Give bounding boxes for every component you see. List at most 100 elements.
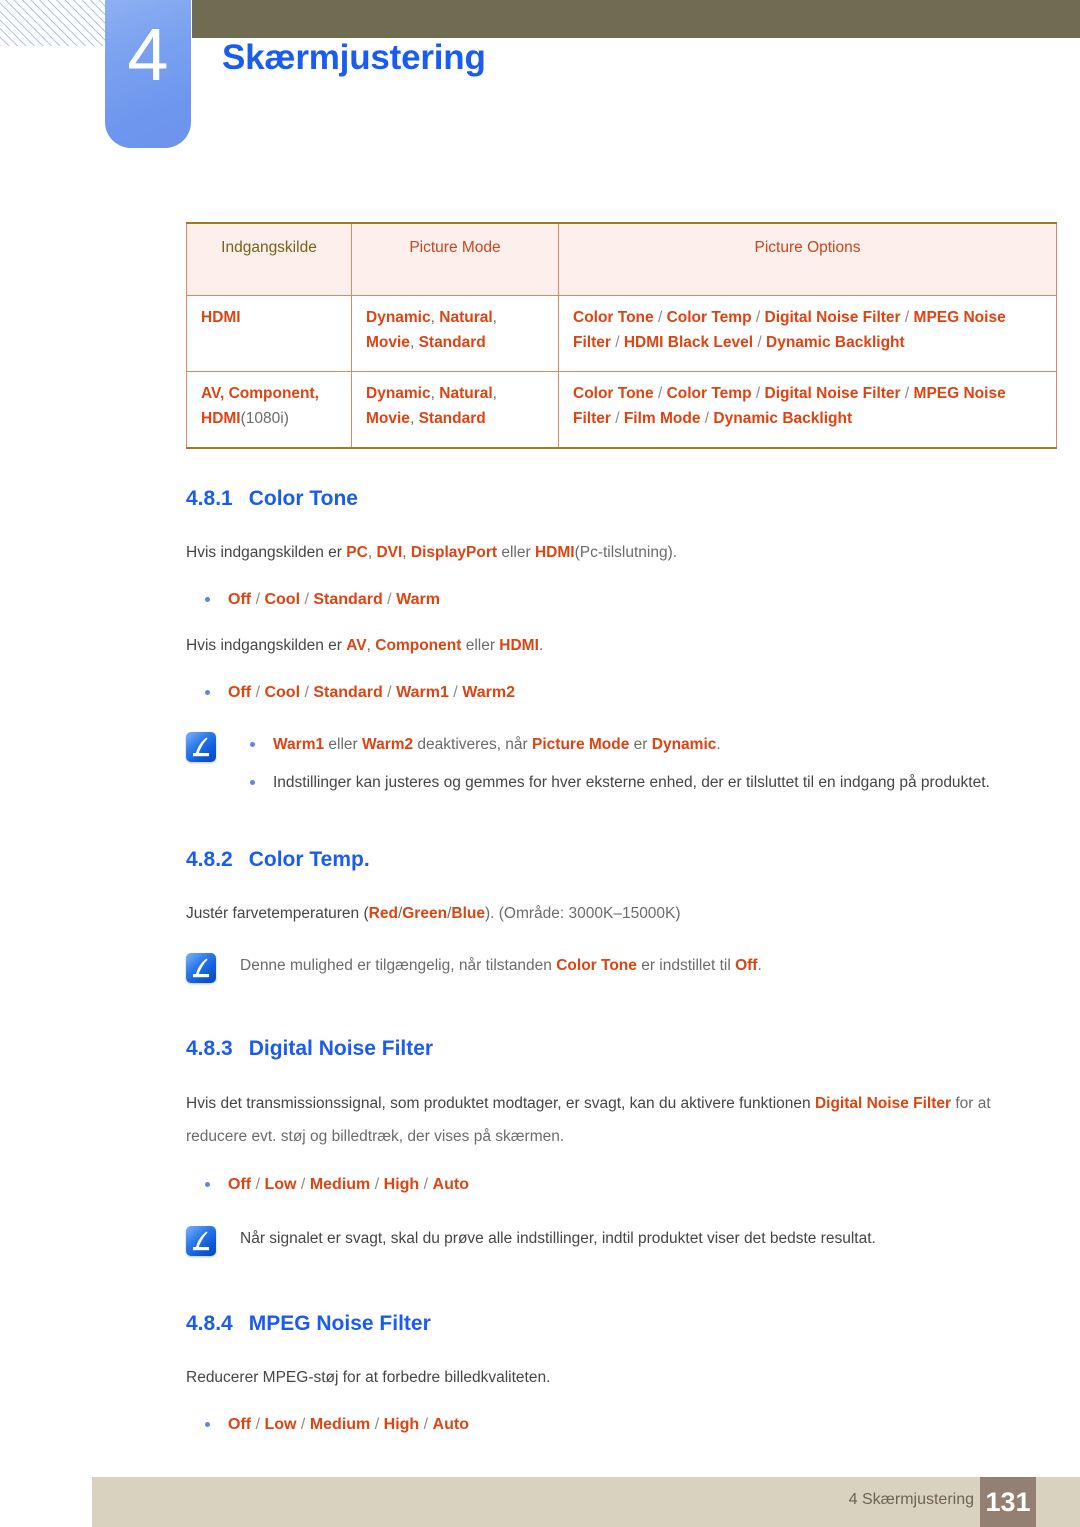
cell-input-source: HDMI xyxy=(186,295,352,372)
paragraph-color-tone-pc: Hvis indgangskilden er PC, DVI, DisplayP… xyxy=(186,544,678,561)
column-header-picture-mode: Picture Mode xyxy=(351,222,559,296)
option-medium: Medium xyxy=(309,1416,371,1433)
mode-movie: Movie xyxy=(366,334,410,351)
cell-picture-mode: Dynamic, Natural, Movie, Standard xyxy=(351,371,559,449)
note-block-color-temp: Denne mulighed er tilgængelig, når tilst… xyxy=(186,951,1006,985)
option-standard: Standard xyxy=(313,684,383,701)
section-title: MPEG Noise Filter xyxy=(248,1312,431,1335)
term-green: Green xyxy=(402,905,448,922)
note-bullet: Warm1 eller Warm2 deaktiveres, når Pictu… xyxy=(240,730,1006,760)
column-header-input-source: Indgangskilde xyxy=(186,222,352,296)
options-list-color-tone-av: Off / Cool / Standard / Warm1 / Warm2 xyxy=(186,678,1006,708)
mode-standard: Standard xyxy=(418,334,486,351)
text-tail: ). (Område: 3000K–15000K) xyxy=(484,905,681,922)
mode-dynamic: Dynamic xyxy=(366,385,431,402)
page-footer: 4 Skærmjustering 131 xyxy=(92,1477,1080,1527)
option-color-tone: Color Tone xyxy=(573,309,654,326)
option-cool: Cool xyxy=(264,591,301,608)
option-auto: Auto xyxy=(432,1416,469,1433)
term-color-tone: Color Tone xyxy=(556,957,637,974)
option-warm2: Warm2 xyxy=(462,684,515,701)
text-tail: . xyxy=(538,637,544,654)
section-title: Color Tone xyxy=(248,487,358,510)
option-color-tone: Color Tone xyxy=(573,385,654,402)
note-icon xyxy=(186,1226,216,1256)
section-heading-4-8-4: 4.8.4 MPEG Noise Filter xyxy=(186,1312,1006,1336)
paragraph-color-temp: Justér farvetemperaturen (Red/Green/Blue… xyxy=(186,905,681,922)
option-off: Off xyxy=(228,1416,252,1433)
table-row: AV, Component, HDMI(1080i) Dynamic, Natu… xyxy=(186,371,1057,449)
mode-natural: Natural xyxy=(439,385,493,402)
options-list-color-tone-pc: Off / Cool / Standard / Warm xyxy=(186,585,1006,615)
term-blue: Blue xyxy=(451,905,485,922)
option-high: High xyxy=(383,1416,420,1433)
table-header-row: Indgangskilde Picture Mode Picture Optio… xyxy=(186,222,1057,296)
text-lead: Justér farvetemperaturen ( xyxy=(186,905,369,922)
cell-picture-options: Color Tone / Color Temp / Digital Noise … xyxy=(558,295,1057,372)
picture-options-table: Indgangskilde Picture Mode Picture Optio… xyxy=(186,222,1057,449)
option-color-temp: Color Temp xyxy=(666,309,752,326)
option-digital-noise-filter: Digital Noise Filter xyxy=(764,309,901,326)
section-number: 4.8.4 xyxy=(186,1312,233,1335)
section-number: 4.8.1 xyxy=(186,487,233,510)
option-off: Off xyxy=(228,684,252,701)
text-lead: Hvis indgangskilden er xyxy=(186,544,347,561)
mode-movie: Movie xyxy=(366,410,410,427)
option-auto: Auto xyxy=(432,1176,469,1193)
option-warm1: Warm1 xyxy=(396,684,449,701)
bullet-dot-icon xyxy=(205,1182,210,1187)
mode-natural: Natural xyxy=(439,309,493,326)
term-red: Red xyxy=(368,905,398,922)
bullet-dot-icon xyxy=(205,690,210,695)
term-dvi: DVI xyxy=(376,544,403,561)
mode-standard: Standard xyxy=(418,410,486,427)
section-title: Digital Noise Filter xyxy=(248,1037,434,1060)
source-suffix-1080i: (1080i) xyxy=(240,410,289,427)
term-av: AV xyxy=(346,637,367,654)
footer-chapter-reference: 4 Skærmjustering xyxy=(848,1491,974,1508)
option-low: Low xyxy=(264,1416,297,1433)
option-warm: Warm xyxy=(396,591,440,608)
option-cool: Cool xyxy=(264,684,301,701)
option-film-mode: Film Mode xyxy=(623,410,701,427)
term-hdmi: HDMI xyxy=(534,544,575,561)
page-title: Skærmjustering xyxy=(222,38,486,77)
term-warm1: Warm1 xyxy=(273,736,325,753)
cell-picture-mode: Dynamic, Natural, Movie, Standard xyxy=(351,295,559,372)
term-displayport: DisplayPort xyxy=(410,544,498,561)
section-heading-4-8-3: 4.8.3 Digital Noise Filter xyxy=(186,1037,1006,1061)
option-dynamic-backlight: Dynamic Backlight xyxy=(713,410,853,427)
term-picture-mode: Picture Mode xyxy=(532,736,630,753)
chapter-number-badge: 4 xyxy=(105,0,191,148)
note-bullet: Indstillinger kan justeres og gemmes for… xyxy=(240,768,1006,798)
options-list-mpeg-noise-filter: Off / Low / Medium / High / Auto xyxy=(186,1410,1006,1440)
term-warm2: Warm2 xyxy=(362,736,414,753)
bullet-dot-icon xyxy=(250,742,255,747)
option-dynamic-backlight: Dynamic Backlight xyxy=(766,334,905,351)
bullet-dot-icon xyxy=(205,1422,210,1427)
header-olive-bar xyxy=(192,0,1080,38)
decorative-hatch-pattern xyxy=(0,0,106,46)
note-icon xyxy=(186,732,216,762)
text-lead: Hvis det transmissionssignal, som produk… xyxy=(186,1095,815,1112)
term-off: Off xyxy=(735,957,758,974)
option-off: Off xyxy=(228,1176,252,1193)
table-row: HDMI Dynamic, Natural, Movie, Standard C… xyxy=(186,295,1057,372)
text-tail: (Pc-tilslutning). xyxy=(574,544,678,561)
note-block-digital-noise-filter: Når signalet er svagt, skal du prøve all… xyxy=(186,1224,1006,1258)
mode-dynamic: Dynamic xyxy=(366,309,431,326)
option-digital-noise-filter: Digital Noise Filter xyxy=(764,385,901,402)
term-hdmi: HDMI xyxy=(499,637,539,654)
cell-input-source: AV, Component, HDMI(1080i) xyxy=(186,371,352,449)
option-hdmi-black-level: HDMI Black Level xyxy=(623,334,754,351)
option-high: High xyxy=(383,1176,420,1193)
column-header-picture-options: Picture Options xyxy=(558,222,1057,296)
text-lead: Hvis indgangskilden er xyxy=(186,637,347,654)
section-number: 4.8.2 xyxy=(186,848,233,871)
paragraph-mpeg-noise-filter: Reducerer MPEG-støj for at forbedre bill… xyxy=(186,1369,551,1386)
term-digital-noise-filter: Digital Noise Filter xyxy=(814,1095,952,1112)
section-title: Color Temp. xyxy=(248,848,370,871)
option-medium: Medium xyxy=(309,1176,371,1193)
note-body: Når signalet er svagt, skal du prøve all… xyxy=(240,1230,876,1247)
page-content: Indgangskilde Picture Mode Picture Optio… xyxy=(186,222,1057,1440)
